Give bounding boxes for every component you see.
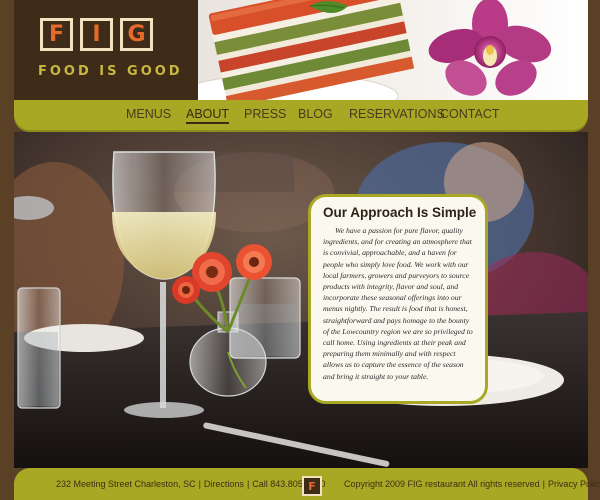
page: F I G FOOD IS GOOD MENUS ABOUT PRESS BLO…: [0, 0, 600, 500]
brand-header[interactable]: F I G FOOD IS GOOD: [14, 0, 198, 100]
footer-separator: |: [198, 479, 201, 489]
footer-address: 232 Meeting Street Charleston, SC: [56, 479, 196, 489]
approach-body: We have a passion for pure flavor, quali…: [323, 226, 473, 381]
frame-left: [0, 0, 14, 500]
logo[interactable]: F I G: [40, 18, 153, 51]
footer-copyright: Copyright 2009 FIG restaurant All rights…: [344, 479, 540, 489]
nav-list: MENUS ABOUT PRESS BLOG RESERVATIONS CONT…: [14, 100, 588, 132]
header-food-illustration: [198, 0, 588, 100]
footer-logo-letter: F: [308, 479, 316, 493]
approach-card: Our Approach Is Simple We have a passion…: [308, 194, 488, 404]
logo-letter-box: G: [120, 18, 153, 51]
brand-tagline: FOOD IS GOOD: [38, 64, 183, 79]
directions-link[interactable]: Directions: [204, 479, 244, 489]
logo-letter-box: F: [40, 18, 73, 51]
nav-item-contact[interactable]: CONTACT: [440, 107, 500, 121]
logo-letter: G: [127, 21, 146, 47]
frame-right: [586, 0, 600, 500]
hero-photo: [14, 132, 588, 468]
approach-title: Our Approach Is Simple: [323, 205, 477, 220]
main-nav: MENUS ABOUT PRESS BLOG RESERVATIONS CONT…: [14, 100, 588, 132]
footer-legal: Copyright 2009 FIG restaurant All rights…: [344, 479, 600, 489]
footer-separator: |: [246, 479, 250, 489]
logo-letter: I: [92, 21, 101, 47]
footer-separator: |: [542, 479, 545, 489]
logo-letter-box: I: [80, 18, 113, 51]
nav-item-press[interactable]: PRESS: [244, 107, 286, 121]
footer-logo-badge[interactable]: F: [302, 476, 322, 496]
footer: 232 Meeting Street Charleston, SC | Direct…: [14, 468, 600, 500]
nav-item-about[interactable]: ABOUT: [186, 107, 230, 124]
logo-letter: F: [48, 21, 65, 47]
nav-item-reservations[interactable]: RESERVATIONS: [349, 107, 445, 121]
nav-item-blog[interactable]: BLOG: [298, 107, 333, 121]
footer-contact: 232 Meeting Street Charleston, SC | Direct…: [56, 479, 325, 489]
header-photo: [198, 0, 588, 100]
nav-item-menus[interactable]: MENUS: [126, 107, 171, 121]
privacy-policy-link[interactable]: Privacy Policy: [548, 479, 600, 489]
restaurant-table-illustration: [14, 132, 588, 468]
